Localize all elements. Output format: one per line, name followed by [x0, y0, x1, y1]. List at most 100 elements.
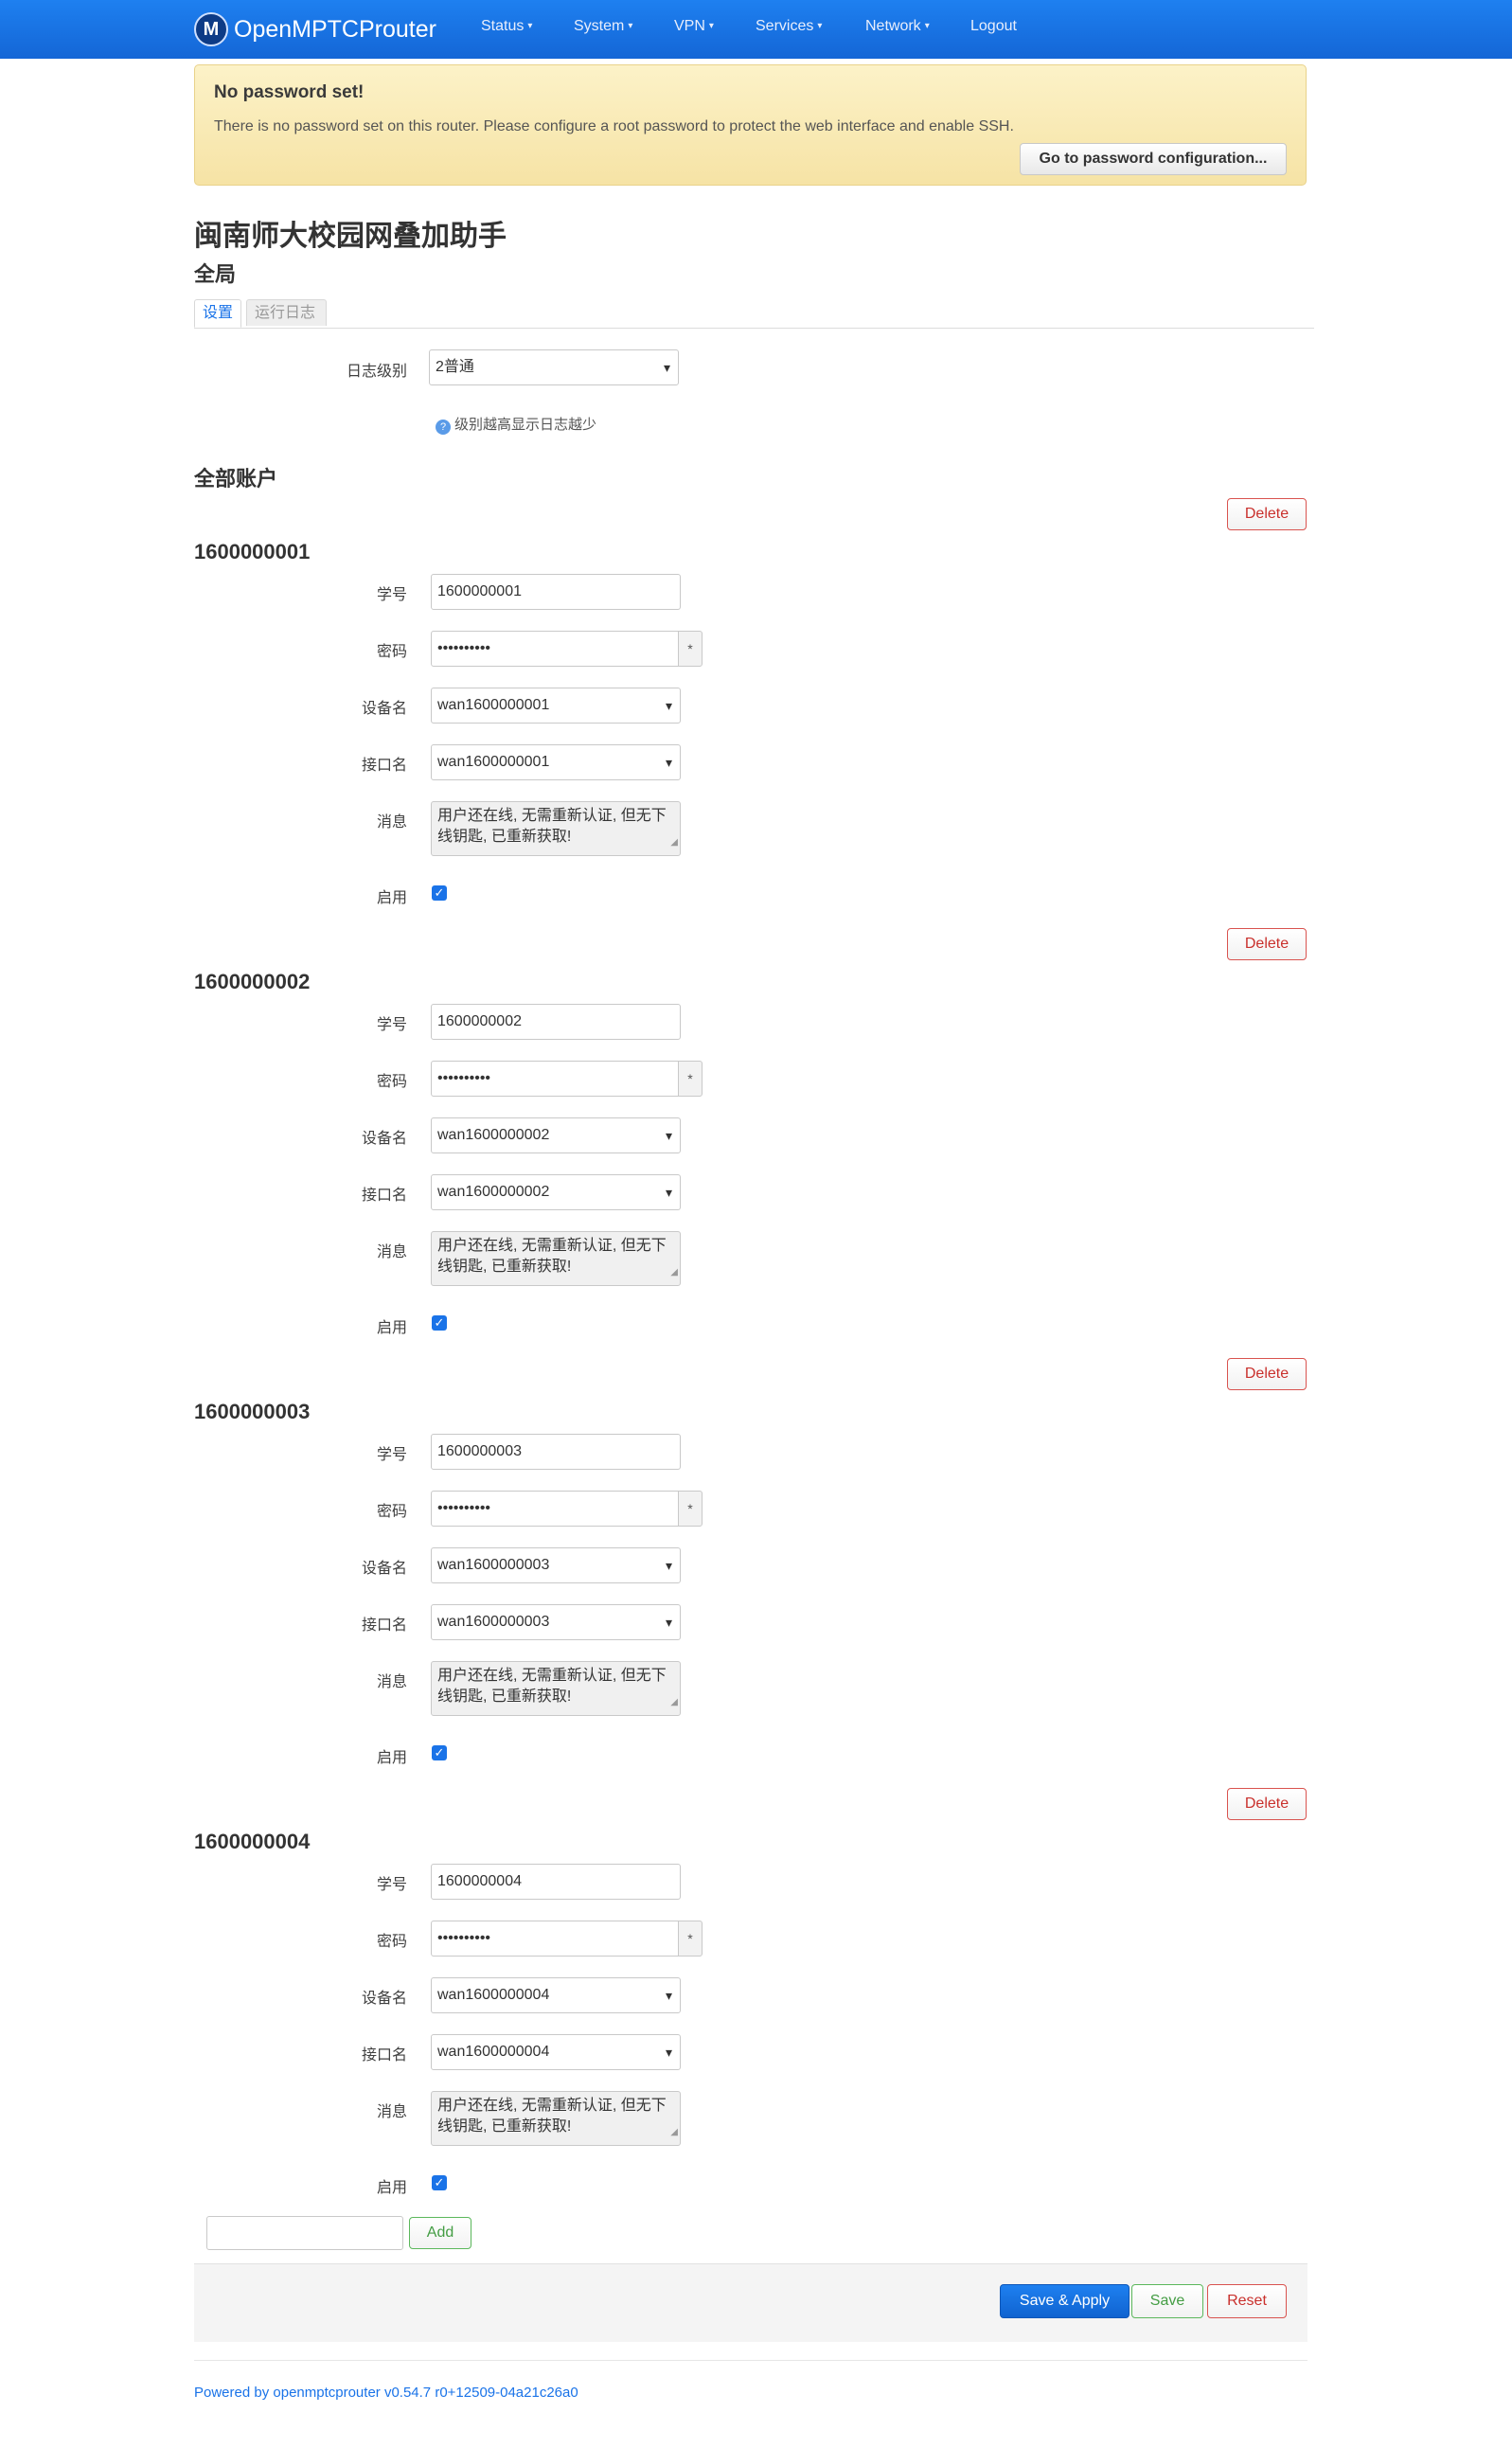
delete-account-button[interactable]: Delete [1227, 1358, 1307, 1390]
tab-bar: 设置 运行日志 [194, 299, 1314, 329]
add-account-button[interactable]: Add [409, 2217, 471, 2249]
save-apply-button[interactable]: Save & Apply [1000, 2284, 1130, 2318]
nav-system[interactable]: System ▾ [574, 18, 632, 35]
nav-logout[interactable]: Logout [970, 18, 1017, 35]
chevron-down-icon: ▾ [665, 1988, 672, 2003]
chevron-down-icon: ▾ [708, 21, 714, 31]
delete-account-button[interactable]: Delete [1227, 928, 1307, 960]
device-label: 设备名 [361, 1561, 407, 1577]
device-select[interactable]: wan1600000001 ▾ [431, 688, 681, 724]
device-value: wan1600000004 [437, 1987, 550, 2003]
tab-settings[interactable]: 设置 [194, 299, 241, 328]
device-value: wan1600000001 [437, 697, 550, 713]
enabled-label: 启用 [376, 890, 407, 906]
interface-value: wan1600000004 [437, 2044, 550, 2060]
interface-label: 接口名 [361, 1617, 407, 1634]
enabled-checkbox[interactable]: ✓ [432, 1745, 447, 1760]
log-level-select[interactable]: 2普通 ▾ [429, 349, 679, 385]
enabled-checkbox[interactable]: ✓ [432, 1315, 447, 1331]
log-level-value: 2普通 [436, 359, 474, 375]
interface-label: 接口名 [361, 1188, 407, 1204]
reveal-password-icon[interactable]: * [678, 631, 703, 667]
message-label: 消息 [376, 814, 407, 831]
log-level-hint-text: 级别越高显示日志越少 [454, 417, 597, 433]
nav-vpn[interactable]: VPN ▾ [674, 18, 714, 35]
message-text: 用户还在线, 无需重新认证, 但无下线钥匙, 已重新获取! [437, 808, 667, 845]
nav-network[interactable]: Network ▾ [865, 18, 930, 35]
tab-log[interactable]: 运行日志 [246, 299, 327, 326]
device-label: 设备名 [361, 701, 407, 717]
password-config-button[interactable]: Go to password configuration... [1020, 143, 1287, 175]
student-id-label: 学号 [376, 1447, 407, 1463]
device-label: 设备名 [361, 1131, 407, 1147]
top-navbar: M OpenMPTCProuter Status ▾ System ▾ VPN ▾ S… [0, 0, 1512, 59]
log-level-label: 日志级别 [346, 364, 407, 380]
password-input[interactable]: •••••••••• [431, 1061, 679, 1097]
enabled-label: 启用 [376, 1750, 407, 1766]
reveal-password-icon[interactable]: * [678, 1491, 703, 1527]
nav-system-label: System [574, 18, 625, 34]
device-value: wan1600000003 [437, 1557, 550, 1573]
chevron-down-icon: ▾ [527, 21, 533, 31]
footer-divider [194, 2360, 1307, 2361]
nav-status[interactable]: Status ▾ [481, 18, 532, 35]
reset-button[interactable]: Reset [1207, 2284, 1287, 2318]
nav-network-label: Network [865, 18, 921, 34]
student-id-label: 学号 [376, 1877, 407, 1893]
section-title-global: 全局 [194, 262, 237, 286]
interface-select[interactable]: wan1600000002 ▾ [431, 1174, 681, 1210]
enabled-checkbox[interactable]: ✓ [432, 885, 447, 901]
account-title: 1600000004 [194, 1830, 311, 1853]
nav-status-label: Status [481, 18, 525, 34]
resize-grip-icon: ◢ [670, 1697, 678, 1707]
student-id-input[interactable]: 1600000002 [431, 1004, 681, 1040]
delete-account-button[interactable]: Delete [1227, 498, 1307, 530]
no-password-alert: No password set! There is no password se… [194, 64, 1307, 186]
reveal-password-icon[interactable]: * [678, 1921, 703, 1957]
interface-select[interactable]: wan1600000001 ▾ [431, 744, 681, 780]
message-textarea[interactable]: 用户还在线, 无需重新认证, 但无下线钥匙, 已重新获取! ◢ [431, 2091, 681, 2146]
new-account-name-input[interactable] [206, 2216, 403, 2250]
delete-account-button[interactable]: Delete [1227, 1788, 1307, 1820]
section-title-accounts: 全部账户 [194, 467, 278, 491]
save-button[interactable]: Save [1131, 2284, 1203, 2318]
chevron-down-icon: ▾ [665, 1615, 672, 1630]
nav-services[interactable]: Services ▾ [756, 18, 822, 35]
student-id-label: 学号 [376, 587, 407, 603]
interface-label: 接口名 [361, 758, 407, 774]
password-input[interactable]: •••••••••• [431, 631, 679, 667]
help-icon: ? [436, 420, 451, 435]
message-textarea[interactable]: 用户还在线, 无需重新认证, 但无下线钥匙, 已重新获取! ◢ [431, 801, 681, 856]
brand[interactable]: M OpenMPTCProuter [194, 8, 436, 51]
message-textarea[interactable]: 用户还在线, 无需重新认证, 但无下线钥匙, 已重新获取! ◢ [431, 1231, 681, 1286]
device-select[interactable]: wan1600000002 ▾ [431, 1117, 681, 1153]
brand-logo-icon: M [194, 12, 228, 46]
chevron-down-icon: ▾ [663, 360, 670, 375]
student-id-input[interactable]: 1600000001 [431, 574, 681, 610]
resize-grip-icon: ◢ [670, 2127, 678, 2137]
interface-label: 接口名 [361, 2047, 407, 2064]
interface-select[interactable]: wan1600000004 ▾ [431, 2034, 681, 2070]
enabled-label: 启用 [376, 1320, 407, 1336]
enabled-checkbox[interactable]: ✓ [432, 2175, 447, 2190]
chevron-down-icon: ▾ [817, 21, 823, 31]
password-input[interactable]: •••••••••• [431, 1921, 679, 1957]
interface-select[interactable]: wan1600000003 ▾ [431, 1604, 681, 1640]
student-id-label: 学号 [376, 1017, 407, 1033]
chevron-down-icon: ▾ [665, 755, 672, 770]
footer-text[interactable]: Powered by openmptcprouter v0.54.7 r0+12… [194, 2385, 578, 2401]
message-text: 用户还在线, 无需重新认证, 但无下线钥匙, 已重新获取! [437, 1238, 667, 1275]
device-select[interactable]: wan1600000003 ▾ [431, 1547, 681, 1583]
password-label: 密码 [376, 644, 407, 660]
student-id-input[interactable]: 1600000004 [431, 1864, 681, 1900]
brand-name: OpenMPTCProuter [234, 15, 436, 43]
chevron-down-icon: ▾ [665, 2045, 672, 2060]
device-select[interactable]: wan1600000004 ▾ [431, 1977, 681, 2013]
nav-services-label: Services [756, 18, 814, 34]
interface-value: wan1600000001 [437, 754, 550, 770]
student-id-input[interactable]: 1600000003 [431, 1434, 681, 1470]
message-textarea[interactable]: 用户还在线, 无需重新认证, 但无下线钥匙, 已重新获取! ◢ [431, 1661, 681, 1716]
message-text: 用户还在线, 无需重新认证, 但无下线钥匙, 已重新获取! [437, 2098, 667, 2135]
password-input[interactable]: •••••••••• [431, 1491, 679, 1527]
reveal-password-icon[interactable]: * [678, 1061, 703, 1097]
